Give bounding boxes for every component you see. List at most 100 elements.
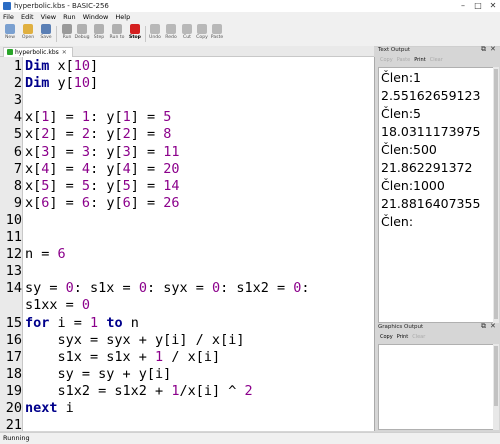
debug-button[interactable]: Debug (73, 23, 91, 45)
maximize-button[interactable]: □ (471, 0, 485, 11)
code-line[interactable]: s1x = s1x + 1 / x[i] (25, 349, 221, 365)
close-panel-icon[interactable]: ✕ (490, 322, 496, 330)
copy-icon (197, 24, 207, 34)
undock-icon[interactable]: ⧉ (481, 322, 486, 331)
code-line[interactable]: n = 6 (25, 246, 66, 262)
code-line[interactable]: x[4] = 4: y[4] = 20 (25, 161, 180, 177)
line-number: 9 (13, 194, 22, 211)
code-line[interactable]: next i (25, 400, 74, 416)
text-print-button[interactable]: Print (414, 57, 426, 63)
code-line[interactable]: Dim y[10] (25, 75, 98, 91)
copy-button[interactable]: Copy (194, 23, 210, 45)
menu-edit[interactable]: Edit (21, 12, 34, 22)
code-line[interactable]: s1x2 = s1x2 + 1/x[i] ^ 2 (25, 383, 253, 399)
code-line[interactable]: sy = 0: s1x = 0: syx = 0: s1x2 = 0: (25, 280, 310, 296)
output-line: 21.862291372 (381, 160, 473, 175)
code-line[interactable]: s1xx = 0 (25, 297, 90, 313)
output-line: Člen: (381, 214, 414, 229)
line-number: 16 (5, 331, 22, 348)
line-number: 5 (13, 126, 22, 143)
redo-button[interactable]: Redo (163, 23, 179, 45)
code-line[interactable]: x[3] = 3: y[3] = 11 (25, 144, 180, 160)
graphics-copy-button[interactable]: Copy (380, 334, 393, 340)
graphics-output-title: Graphics Output (378, 324, 424, 330)
close-tab-icon[interactable]: ✕ (62, 49, 67, 56)
line-number: 11 (5, 229, 22, 245)
line-number: 10 (5, 211, 22, 228)
text-copy-button[interactable]: Copy (380, 57, 393, 63)
line-number: 17 (5, 348, 22, 365)
output-line: 2.55162659123 (381, 88, 481, 103)
menu-run[interactable]: Run (63, 12, 75, 22)
new-button[interactable]: New (2, 23, 18, 45)
run-icon (62, 24, 72, 34)
toolbar: New Open Save Run Debug Step Run to Stop… (0, 22, 500, 47)
menu-window[interactable]: Window (83, 12, 109, 22)
output-line: Člen:1000 (381, 178, 445, 193)
menu-file[interactable]: File (3, 12, 14, 22)
code-line[interactable]: x[5] = 5: y[5] = 14 (25, 178, 180, 194)
code-line[interactable]: syx = syx + y[i] / x[i] (25, 332, 245, 348)
code-line[interactable]: sy = sy + y[i] (25, 366, 172, 382)
redo-icon (166, 24, 176, 34)
text-clear-button[interactable]: Clear (430, 57, 443, 63)
save-icon (41, 24, 51, 34)
stop-button[interactable]: Stop (127, 23, 143, 45)
line-number: 13 (5, 263, 22, 280)
debug-icon (77, 24, 87, 34)
line-number: 2 (13, 75, 22, 92)
line-number: 15 (5, 314, 22, 331)
code-line[interactable]: for i = 1 to n (25, 315, 139, 331)
line-number: 3 (13, 92, 22, 109)
open-button[interactable]: Open (20, 23, 36, 45)
menu-help[interactable]: Help (115, 12, 130, 22)
text-output-area[interactable]: Člen:1 2.55162659123 Člen:5 18.031117397… (378, 67, 495, 323)
code-editor[interactable]: 1 Dim x[10] 2 Dim y[10] 3 4 x[1] = 1: y[1] = 5… (0, 57, 375, 431)
line-number: 19 (5, 382, 22, 399)
run-to-icon (112, 24, 122, 34)
text-paste-button[interactable]: Paste (397, 57, 411, 63)
editor-tab-bar: hyperbolic.kbs ✕ (0, 46, 374, 57)
line-number: 8 (13, 177, 22, 194)
text-output-scrollbar[interactable] (493, 67, 499, 323)
graphics-output-scrollbar[interactable] (493, 344, 499, 430)
output-line: 18.0311173975 (381, 124, 481, 139)
graphics-output-area[interactable] (378, 344, 495, 430)
step-icon (94, 24, 104, 34)
title-bar: hyperbolic.kbs - BASIC-256 – □ ✕ (0, 0, 500, 12)
close-window-button[interactable]: ✕ (486, 0, 500, 11)
line-number: 4 (13, 109, 22, 126)
line-number: 21 (5, 417, 22, 431)
app-icon (3, 2, 11, 10)
stop-icon (130, 24, 140, 34)
text-output-toolbar: Copy Paste Print Clear (380, 57, 447, 63)
cut-button[interactable]: Cut (179, 23, 195, 45)
tab-hyperbolic[interactable]: hyperbolic.kbs ✕ (3, 47, 73, 57)
cut-icon (182, 24, 192, 34)
graphics-print-button[interactable]: Print (397, 334, 409, 340)
line-number: 12 (5, 246, 22, 263)
line-number: 7 (13, 160, 22, 177)
save-button[interactable]: Save (38, 23, 54, 45)
paste-icon (212, 24, 222, 34)
menu-view[interactable]: View (41, 12, 56, 22)
menu-bar: File Edit View Run Window Help (0, 12, 500, 22)
step-button[interactable]: Step (91, 23, 107, 45)
line-number: 1 (13, 58, 22, 74)
output-line: Člen:5 (381, 106, 421, 121)
code-line[interactable]: Dim x[10] (25, 58, 98, 74)
open-folder-icon (23, 24, 33, 34)
close-panel-icon[interactable]: ✕ (490, 45, 496, 53)
minimize-button[interactable]: – (456, 0, 470, 11)
code-line[interactable]: x[6] = 6: y[6] = 26 (25, 195, 180, 211)
paste-button[interactable]: Paste (209, 23, 225, 45)
code-line[interactable]: x[1] = 1: y[1] = 5 (25, 109, 171, 125)
undock-icon[interactable]: ⧉ (481, 45, 486, 54)
text-output-title: Text Output (378, 47, 410, 53)
window-title: hyperbolic.kbs - BASIC-256 (14, 2, 109, 10)
graphics-clear-button[interactable]: Clear (412, 334, 425, 340)
run-to-button[interactable]: Run to (107, 23, 127, 45)
code-line[interactable]: x[2] = 2: y[2] = 8 (25, 126, 171, 142)
graphics-output-toolbar: Copy Print Clear (380, 334, 429, 340)
undo-button[interactable]: Undo (147, 23, 163, 45)
